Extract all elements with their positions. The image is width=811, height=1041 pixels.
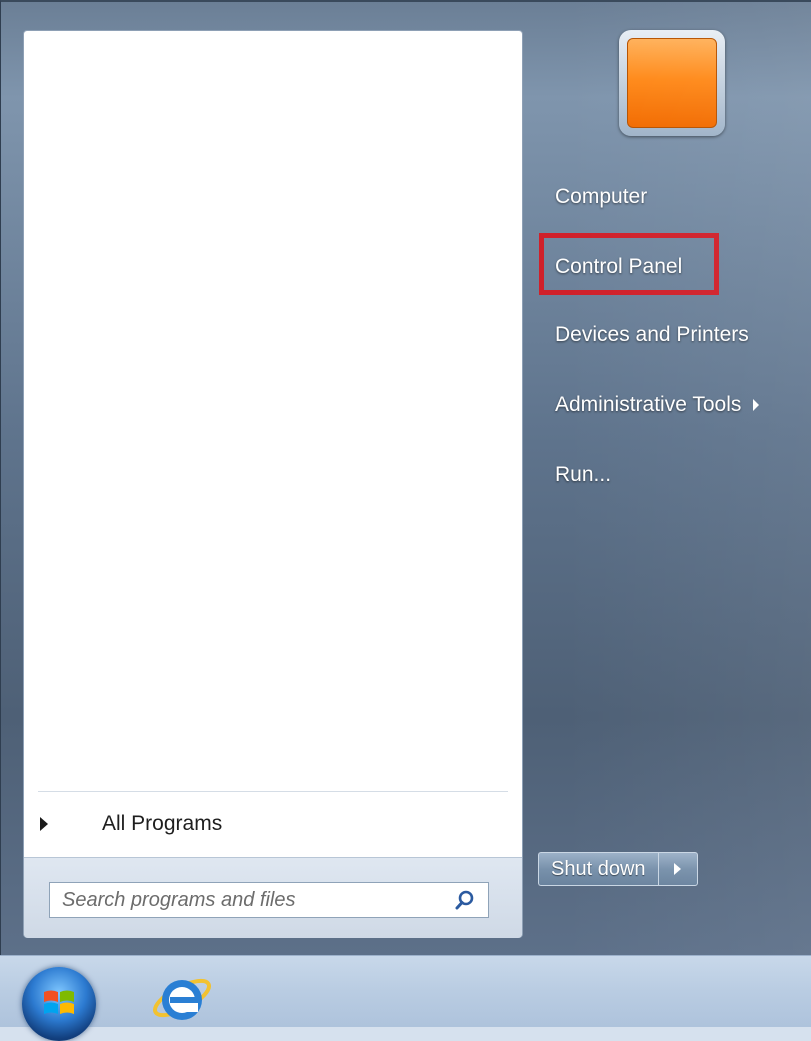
start-menu: All Programs Computer Control Panel [0, 0, 811, 955]
separator [38, 791, 508, 792]
user-picture[interactable] [619, 30, 725, 136]
link-computer[interactable]: Computer [541, 174, 647, 220]
user-picture-image [627, 38, 717, 128]
search-box[interactable] [49, 882, 489, 918]
programs-pane: All Programs [23, 30, 523, 938]
link-devices-and-printers-label: Devices and Printers [555, 323, 749, 346]
all-programs-label: All Programs [102, 812, 223, 835]
windows-flag-icon [44, 990, 74, 1014]
link-run-label: Run... [555, 463, 612, 486]
start-orb-icon[interactable] [22, 967, 96, 1041]
link-computer-label: Computer [555, 185, 648, 208]
link-devices-and-printers[interactable]: Devices and Printers [541, 312, 749, 358]
search-input[interactable] [62, 888, 454, 912]
programs-list [24, 31, 522, 791]
link-run[interactable]: Run... [541, 452, 611, 498]
search-icon[interactable] [454, 889, 476, 911]
shutdown-label: Shut down [551, 857, 646, 880]
chevron-right-icon [674, 863, 682, 875]
link-administrative-tools[interactable]: Administrative Tools [541, 382, 760, 428]
shutdown-options-button[interactable] [657, 852, 698, 886]
link-control-panel[interactable]: Control Panel [541, 244, 682, 290]
chevron-right-icon [40, 817, 48, 831]
submenu-arrow-icon [753, 399, 760, 411]
all-programs-button[interactable]: All Programs [32, 803, 516, 845]
link-control-panel-label: Control Panel [555, 255, 683, 278]
shutdown-group: Shut down [538, 852, 698, 886]
search-band [24, 857, 522, 938]
internet-explorer-icon[interactable] [150, 966, 214, 1030]
taskbar [0, 955, 811, 1041]
shutdown-button[interactable]: Shut down [538, 852, 658, 886]
link-administrative-tools-label: Administrative Tools [555, 393, 742, 416]
